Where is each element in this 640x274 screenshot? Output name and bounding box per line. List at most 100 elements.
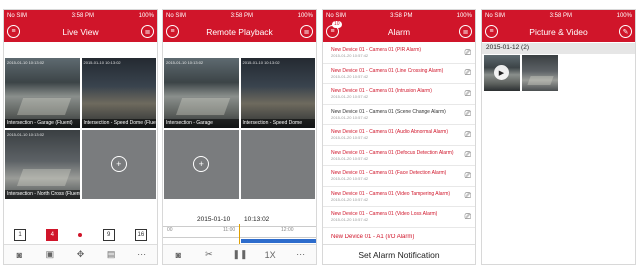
alarm-date: 2015-01-20 10:57:42: [331, 176, 369, 182]
nav-bar: ≡ Picture & Video ✎: [482, 21, 635, 42]
playback-date[interactable]: 2015-01-10: [197, 216, 230, 223]
edit-icon[interactable]: ✎: [619, 25, 632, 38]
timeline-cursor[interactable]: [239, 224, 240, 246]
video-camera-icon[interactable]: ⎚: [465, 171, 471, 181]
quality-icon[interactable]: ▤: [104, 249, 118, 260]
menu-icon[interactable]: ≡ 10: [326, 21, 342, 38]
bottom-toolbar: ◙ ▣ ✥ ▤ ⋯: [4, 244, 157, 264]
alarm-item[interactable]: New Device 01 - Camera 01 (Face Detectio…: [323, 166, 475, 187]
video-tile[interactable]: 2015-01-10 10:13:02 Intersection - Speed…: [81, 58, 156, 128]
alarm-item[interactable]: New Device 01 - Camera 01 (Video Loss Al…: [323, 207, 475, 228]
video-timestamp: 2015-01-10 10:13:02: [7, 60, 45, 65]
video-caption: Intersection - Speed Dome: [240, 118, 315, 128]
ptz-icon[interactable]: ✥: [73, 249, 87, 260]
filter-icon[interactable]: ≣: [459, 25, 472, 38]
clock-label: 3:58 PM: [390, 12, 413, 19]
record-icon[interactable]: ▣: [43, 249, 57, 260]
alarm-item[interactable]: New Device 01 - Camera 01 (Intrusion Ala…: [323, 84, 475, 105]
video-camera-icon[interactable]: ⎚: [465, 130, 471, 140]
empty-video-tile[interactable]: +: [81, 129, 156, 199]
video-timestamp: 2015-01-10 10:13:02: [166, 60, 204, 65]
menu-icon[interactable]: ≡: [7, 25, 20, 38]
phone-remote-playback: No SIM 3:58 PM 100% ≡ Remote Playback ≣ …: [162, 9, 317, 265]
video-timestamp: 2015-01-10 10:13:02: [242, 60, 280, 65]
capture-icon[interactable]: ◙: [171, 250, 185, 260]
add-camera-icon[interactable]: +: [193, 156, 210, 173]
nav-bar: ≡ Remote Playback ≣: [163, 21, 316, 42]
video-caption: Intersection - Speed Dome (Fluent): [81, 118, 156, 128]
device-list-icon[interactable]: ≣: [141, 25, 154, 38]
play-icon[interactable]: ▶: [494, 65, 509, 80]
picture-thumbnail[interactable]: [522, 55, 558, 91]
menu-icon[interactable]: ≡: [166, 25, 179, 38]
gallery-date-header: 2015-01-12 (2): [482, 43, 635, 54]
alarm-date: 2015-01-20 10:57:42: [331, 114, 369, 120]
video-tile[interactable]: 2015-01-10 10:13:02 Intersection - Garag…: [164, 58, 239, 128]
video-camera-icon[interactable]: ⎚: [465, 212, 471, 222]
video-timestamp: 2015-01-10 10:13:02: [7, 131, 45, 137]
menu-icon[interactable]: ≡: [485, 25, 498, 38]
bottom-toolbar: ◙ ✂ ❚❚ 1X ⋯: [163, 244, 316, 264]
more-icon[interactable]: ⋯: [294, 249, 308, 260]
status-bar: No SIM 3:58 PM 100%: [4, 10, 157, 21]
alarm-item[interactable]: New Device 01 - Camera 01 (PIR Alarm) 201…: [323, 43, 475, 64]
page-title: Remote Playback: [206, 26, 273, 37]
carrier-label: No SIM: [166, 12, 187, 19]
alarm-date: 2015-01-20 10:57:42: [331, 94, 369, 100]
playback-time: 10:13:02: [244, 216, 270, 223]
page-indicator-dot: [78, 233, 83, 237]
gallery-thumbnails: ▶: [484, 55, 558, 91]
phone-alarm: No SIM 3:58 PM 100% ≡ 10 Alarm ≣ New Devi…: [322, 9, 476, 265]
video-tile[interactable]: 2015-01-10 10:13:02 Intersection - North…: [5, 129, 80, 199]
set-alarm-notification-button[interactable]: Set Alarm Notification: [323, 244, 475, 264]
split-1-button[interactable]: 1: [14, 229, 27, 241]
battery-label: 100%: [456, 12, 472, 19]
split-16-button[interactable]: 16: [134, 229, 147, 241]
carrier-label: No SIM: [485, 12, 506, 19]
empty-video-tile[interactable]: +: [164, 129, 239, 199]
status-bar: No SIM 3:58 PM 100%: [163, 10, 316, 21]
video-tile[interactable]: 2015-01-10 10:13:02 Intersection - Speed…: [240, 58, 315, 128]
split-4-button[interactable]: 4: [46, 229, 59, 241]
alarm-list: New Device 01 - Camera 01 (PIR Alarm) 201…: [323, 43, 475, 248]
playback-timeline[interactable]: 2015-01-10 10:13:02 00 11:00 12:00: [163, 216, 316, 246]
timeline-tick: 12:00: [281, 227, 294, 233]
device-list-icon[interactable]: ≣: [300, 25, 313, 38]
video-camera-icon[interactable]: ⎚: [465, 68, 471, 78]
video-camera-icon[interactable]: ⎚: [465, 150, 471, 160]
clock-label: 3:58 PM: [230, 12, 253, 19]
speed-button[interactable]: 1X: [263, 250, 277, 260]
nav-bar: ≡ Live View ≣: [4, 21, 157, 42]
video-thumbnail[interactable]: ▶: [484, 55, 520, 91]
phone-live-view: No SIM 3:58 PM 100% ≡ Live View ≣ 2015-0…: [3, 9, 158, 265]
battery-label: 100%: [138, 12, 154, 19]
alarm-date: 2015-01-20 10:57:42: [331, 196, 369, 202]
page-title: Picture & Video: [529, 26, 588, 37]
alarm-item[interactable]: New Device 01 - Camera 01 (Line Crossing…: [323, 64, 475, 84]
split-9-button[interactable]: 9: [102, 229, 115, 241]
video-camera-icon[interactable]: ⎚: [465, 89, 471, 99]
alarm-title: New Device 01 - Camera 01 (Video Tamperi…: [331, 190, 451, 197]
video-camera-icon[interactable]: ⎚: [465, 191, 471, 201]
video-camera-icon[interactable]: ⎚: [465, 48, 471, 58]
more-icon[interactable]: ⋯: [135, 249, 149, 260]
alarm-item[interactable]: New Device 01 - Camera 01 (Audio Abnorma…: [323, 125, 475, 146]
alarm-item[interactable]: New Device 01 - Camera 01 (Scene Change …: [323, 105, 475, 125]
pause-icon[interactable]: ❚❚: [232, 249, 247, 260]
status-bar: No SIM 3:58 PM 100%: [323, 10, 475, 21]
capture-icon[interactable]: ◙: [12, 250, 26, 260]
alarm-item[interactable]: New Device 01 - Camera 01 (Defocus Detec…: [323, 146, 475, 166]
page-title: Live View: [62, 26, 99, 37]
split-mode-bar: 1 4 9 16: [4, 228, 157, 242]
alarm-item[interactable]: New Device 01 - Camera 01 (Video Tamperi…: [323, 187, 475, 207]
add-camera-icon[interactable]: +: [110, 156, 127, 173]
video-caption: Intersection - Garage: [164, 118, 239, 128]
video-caption: Intersection - Garage (Fluent): [5, 118, 80, 128]
alarm-count-badge: 10: [332, 21, 342, 28]
empty-video-tile[interactable]: [240, 129, 315, 199]
video-timestamp: 2015-01-10 10:13:02: [83, 60, 121, 65]
status-bar: No SIM 3:58 PM 100%: [482, 10, 635, 21]
clip-icon[interactable]: ✂: [202, 249, 216, 260]
video-camera-icon[interactable]: ⎚: [465, 109, 471, 119]
video-tile[interactable]: 2015-01-10 10:13:02 Intersection - Garag…: [5, 58, 80, 128]
